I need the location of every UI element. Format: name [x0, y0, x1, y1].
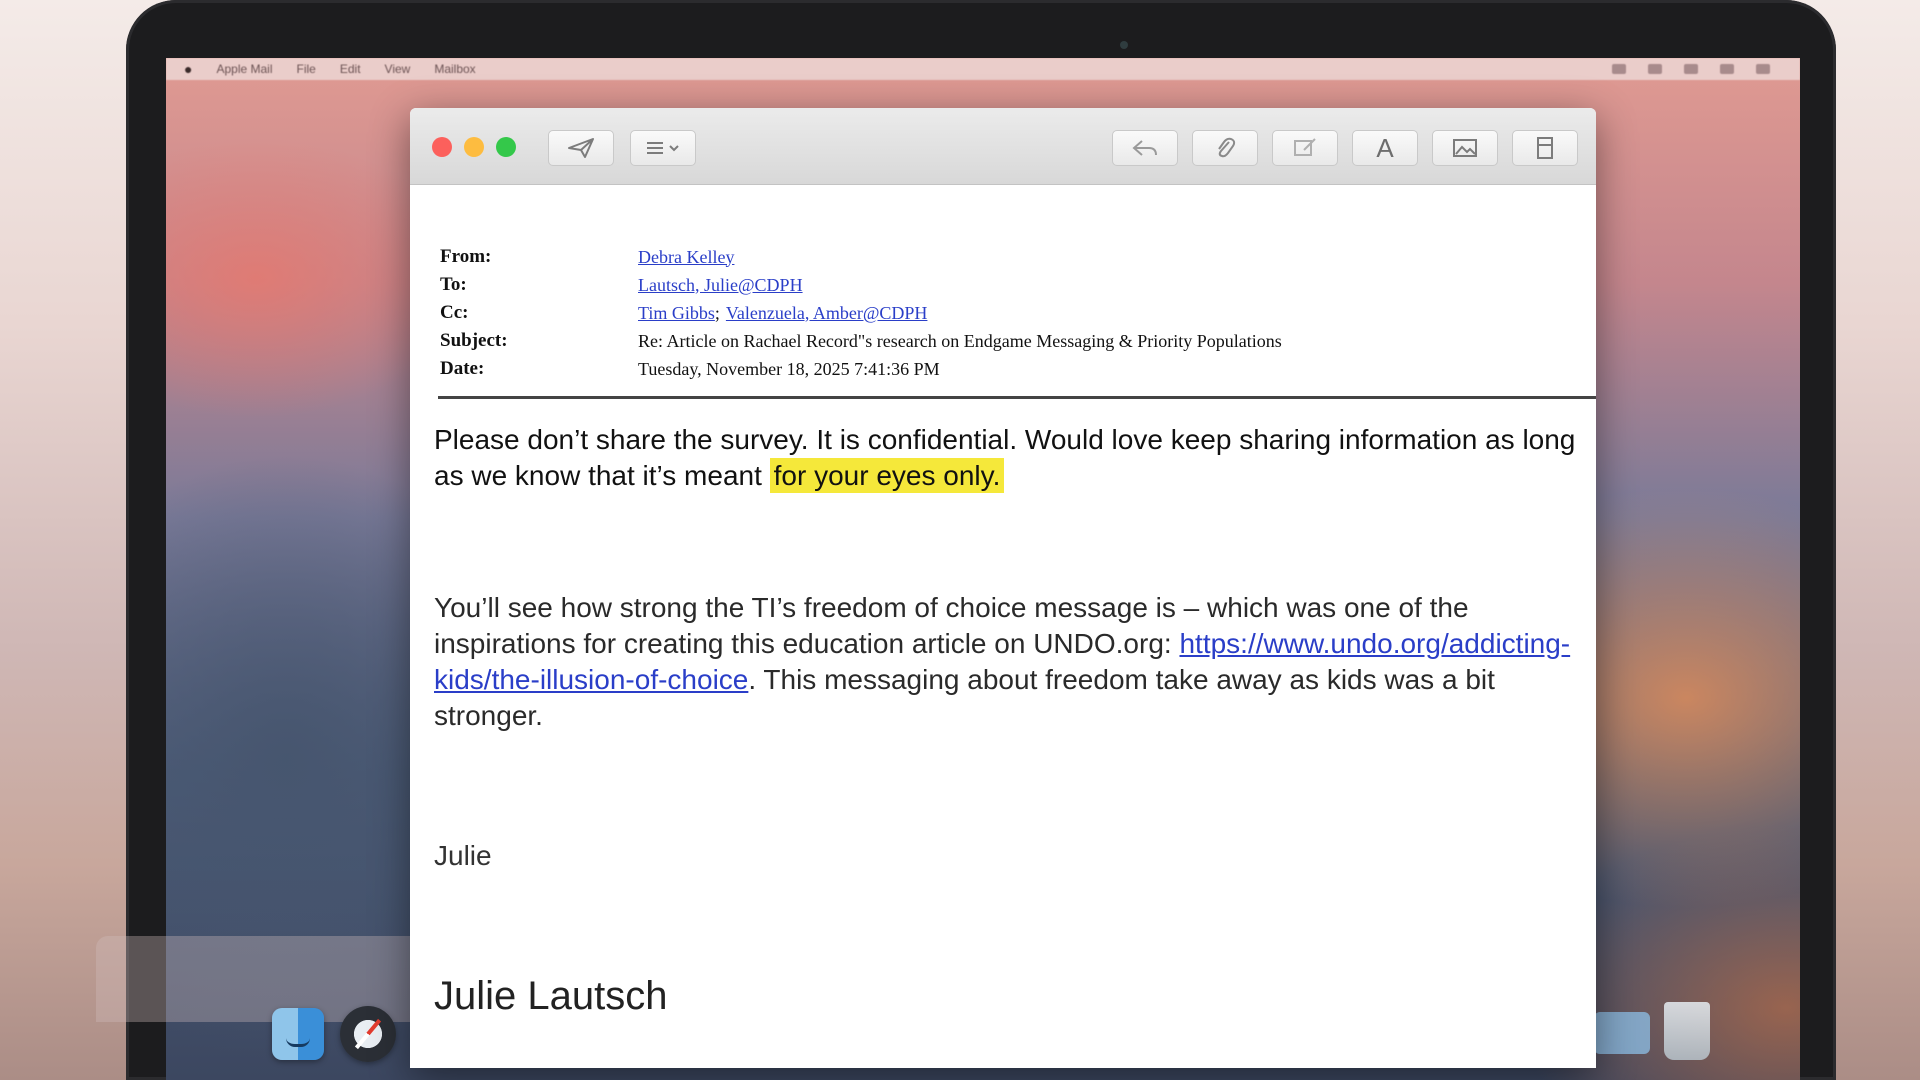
menu-item-app[interactable]: Apple Mail	[216, 62, 272, 76]
status-icon[interactable]	[1648, 64, 1662, 74]
format-button[interactable]: A	[1352, 130, 1418, 166]
cc-link-1[interactable]: Tim Gibbs	[638, 303, 715, 324]
menu-bar: ● Apple Mail File Edit View Mailbox	[166, 58, 1800, 80]
attach-button[interactable]	[1192, 130, 1258, 166]
date-label: Date:	[440, 358, 485, 379]
to-link[interactable]: Lautsch, Julie@CDPH	[638, 275, 803, 296]
send-button[interactable]	[548, 130, 614, 166]
battery-icon[interactable]	[1756, 64, 1770, 74]
font-icon: A	[1376, 132, 1394, 163]
trash-icon[interactable]	[1664, 1002, 1710, 1060]
cc-label: Cc:	[440, 302, 469, 323]
paper-plane-icon	[567, 137, 595, 159]
finder-icon[interactable]	[272, 1008, 324, 1060]
camera	[1120, 41, 1128, 49]
minimize-button[interactable]	[464, 137, 484, 157]
from-row: From: Debra Kelley	[440, 243, 1580, 271]
photo-icon	[1451, 137, 1479, 159]
cc-link-2[interactable]: Valenzuela, Amber@CDPH	[726, 303, 928, 324]
from-link[interactable]: Debra Kelley	[638, 247, 734, 268]
reply-button[interactable]	[1112, 130, 1178, 166]
subject-label: Subject:	[440, 330, 508, 351]
compose-button[interactable]	[1272, 130, 1338, 166]
date-value: Tuesday, November 18, 2025 7:41:36 PM	[638, 358, 940, 379]
email-headers: From: Debra Kelley To: Lautsch, Julie@CD…	[440, 243, 1580, 383]
header-divider	[438, 396, 1596, 399]
subject-value: Re: Article on Rachael Record"s research…	[638, 330, 1282, 351]
mail-toolbar: A	[410, 108, 1596, 185]
wifi-icon[interactable]	[1720, 64, 1734, 74]
signature: Julie Lautsch	[434, 974, 668, 1018]
menu-item-view[interactable]: View	[385, 62, 411, 76]
photo-browser-button[interactable]	[1432, 130, 1498, 166]
reply-icon	[1131, 137, 1159, 159]
folder-icon[interactable]	[1594, 1012, 1650, 1054]
compose-icon	[1292, 137, 1318, 159]
menu-item-file[interactable]: File	[297, 62, 316, 76]
body-paragraph-2: You’ll see how strong the TI’s freedom o…	[434, 590, 1584, 734]
cc-row: Cc: Tim Gibbs ; Valenzuela, Amber@CDPH	[440, 299, 1580, 327]
from-label: From:	[440, 246, 492, 267]
menu-item-edit[interactable]: Edit	[340, 62, 361, 76]
status-icon[interactable]	[1612, 64, 1626, 74]
subject-row: Subject: Re: Article on Rachael Record"s…	[440, 327, 1580, 355]
header-fields-menu[interactable]	[630, 130, 696, 166]
apple-menu-icon[interactable]: ●	[184, 61, 192, 77]
status-icon[interactable]	[1684, 64, 1698, 74]
menu-bar-status-area	[1612, 64, 1800, 74]
sidebar-icon	[1534, 136, 1556, 160]
paragraph-1-text: Please don’t share the survey. It is con…	[434, 424, 1576, 491]
to-row: To: Lautsch, Julie@CDPH	[440, 271, 1580, 299]
email-body: Please don’t share the survey. It is con…	[434, 422, 1584, 1018]
signoff: Julie	[434, 840, 492, 871]
mail-window: A From: Debra Kelley To: Lautsch, Julie@…	[410, 108, 1596, 1068]
list-chevron-icon	[643, 140, 683, 156]
paperclip-icon	[1214, 136, 1236, 160]
maximize-button[interactable]	[496, 137, 516, 157]
sidebar-button[interactable]	[1512, 130, 1578, 166]
highlighted-text: for your eyes only.	[769, 458, 1005, 493]
menu-item-mailbox[interactable]: Mailbox	[434, 62, 475, 76]
to-label: To:	[440, 274, 467, 295]
date-row: Date: Tuesday, November 18, 2025 7:41:36…	[440, 355, 1580, 383]
body-paragraph-1: Please don’t share the survey. It is con…	[434, 422, 1584, 494]
cc-separator: ;	[714, 302, 720, 323]
close-button[interactable]	[432, 137, 452, 157]
safari-icon[interactable]	[340, 1006, 396, 1062]
